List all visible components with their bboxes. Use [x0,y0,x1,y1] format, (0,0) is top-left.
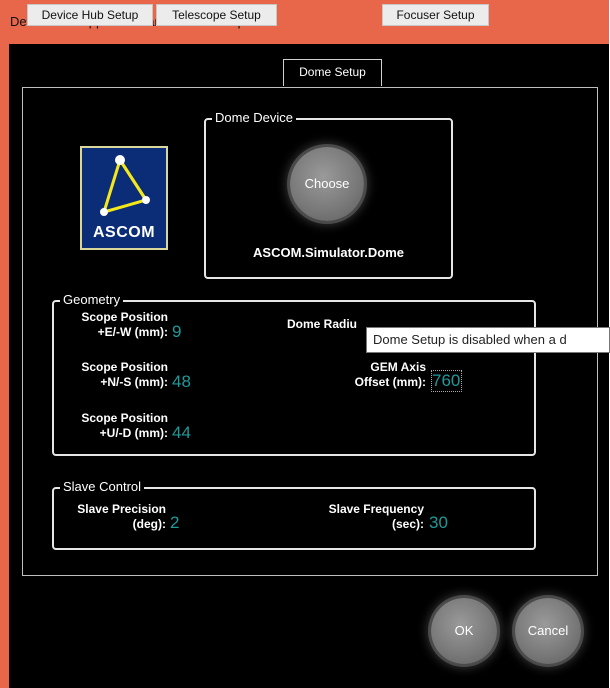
tab-dome-setup[interactable]: Dome Setup [283,59,382,86]
app-window: Device Hub Application and Driver Setup … [0,0,610,688]
slave-control-legend: Slave Control [60,479,145,495]
scope-ns-label: Scope Position +N/-S (mm): [81,360,168,389]
tooltip: Dome Setup is disabled when a d [366,327,610,353]
dome-radius-label: Dome Radiu [287,317,358,331]
gem-axis-label: GEM Axis Offset (mm): [354,360,426,389]
tab-focuser-setup[interactable]: Focuser Setup [382,4,489,26]
scope-ud-value[interactable]: 44 [172,424,191,442]
geometry-group: Geometry Scope Position +E/-W (mm): 9 Sc… [52,292,536,456]
cancel-button[interactable]: Cancel [515,598,581,664]
slave-precision-value[interactable]: 2 [170,514,179,532]
scope-ew-value[interactable]: 9 [172,323,181,341]
slave-frequency-value[interactable]: 30 [429,514,448,532]
slave-precision-label: Slave Precision (deg): [77,502,166,531]
scope-ud-label: Scope Position +U/-D (mm): [81,411,168,440]
gem-axis-value[interactable]: 760 [432,372,460,390]
tab-device-hub-setup[interactable]: Device Hub Setup [27,4,153,26]
ascom-logo: ASCOM [80,146,168,250]
ok-button[interactable]: OK [431,598,497,664]
choose-button[interactable]: Choose [290,147,364,221]
dome-device-name: ASCOM.Simulator.Dome [253,245,404,260]
slave-control-group: Slave Control Slave Precision (deg): 2 S… [52,479,536,550]
dome-device-legend: Dome Device [212,110,297,126]
tab-telescope-setup[interactable]: Telescope Setup [156,4,277,26]
dome-device-group: Dome Device Choose ASCOM.Simulator.Dome [204,110,453,279]
scope-ew-label: Scope Position +E/-W (mm): [81,310,168,339]
scope-ns-value[interactable]: 48 [172,373,191,391]
slave-frequency-label: Slave Frequency (sec): [328,502,424,531]
logo-text: ASCOM [92,224,156,241]
geometry-legend: Geometry [60,292,124,308]
